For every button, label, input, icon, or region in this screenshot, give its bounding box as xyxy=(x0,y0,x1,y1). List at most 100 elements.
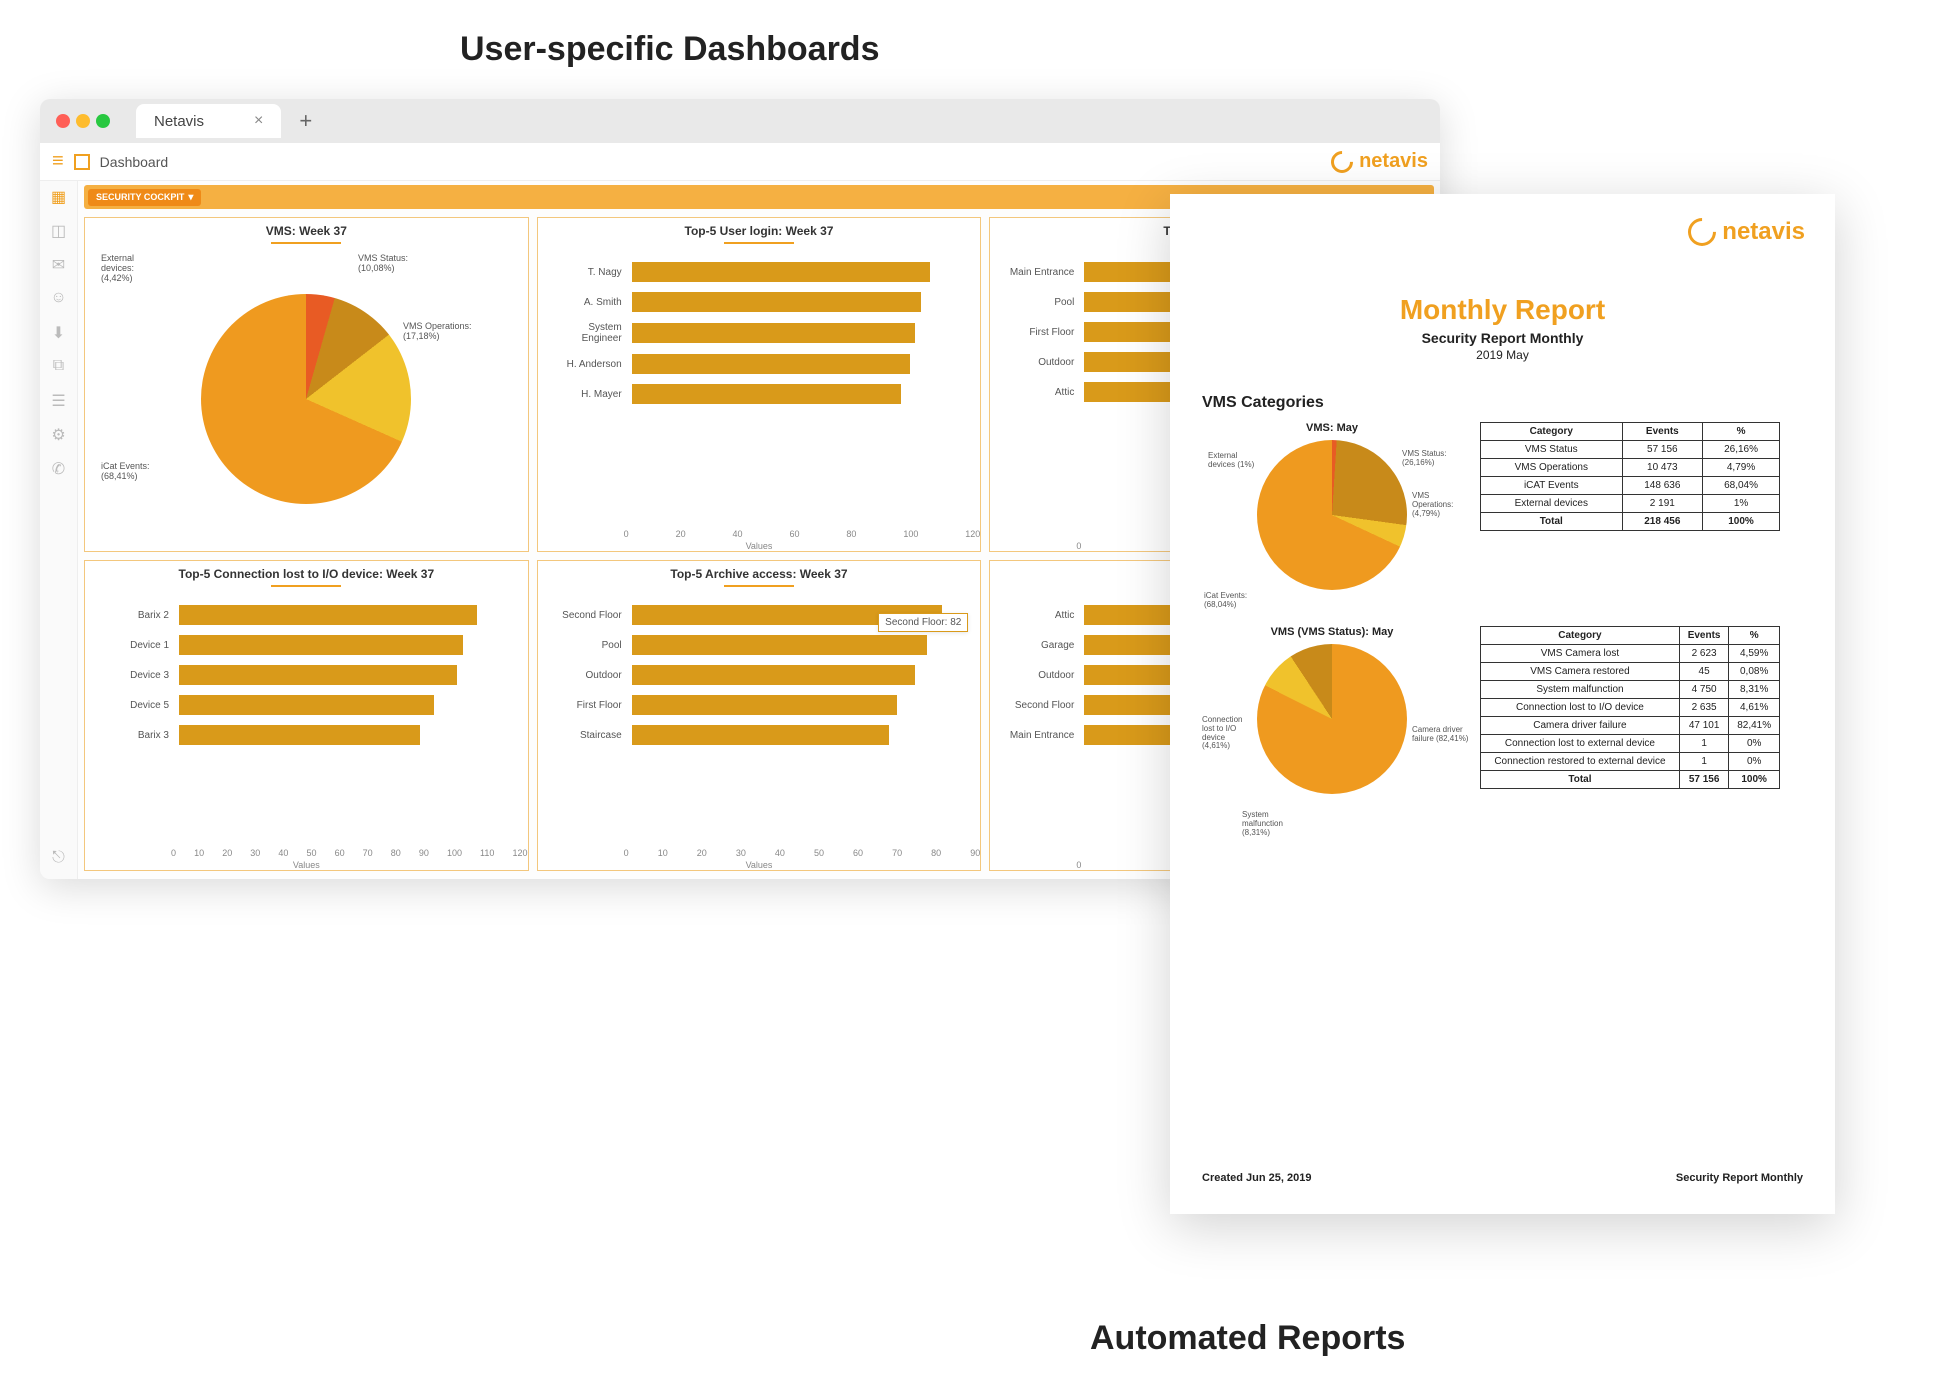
panel-title: Top-5 Archive access: Week 37 xyxy=(538,561,981,589)
pie-label: External devices (1%) xyxy=(1208,452,1258,470)
bar-row: System Engineer xyxy=(546,322,973,344)
report-subtitle: Security Report Monthly xyxy=(1202,330,1803,346)
tab-strip: Netavis × + xyxy=(40,99,1440,143)
report-footer-name: Security Report Monthly xyxy=(1676,1172,1803,1184)
bar-fill xyxy=(632,635,927,655)
panel-io-lost: Top-5 Connection lost to I/O device: Wee… xyxy=(84,560,529,871)
bar-fill xyxy=(632,323,916,343)
panel-vms-week-pie: VMS: Week 37 External devices: (4,42%) V… xyxy=(84,217,529,552)
bar-label: Outdoor xyxy=(998,670,1078,681)
pie-label-ext: External devices: (4,42%) xyxy=(101,254,161,284)
bar-label: Attic xyxy=(998,610,1078,621)
sidebar-item-download[interactable]: ⬇ xyxy=(50,323,68,341)
bar-fill xyxy=(179,695,434,715)
sidebar-item-phone[interactable]: ✆ xyxy=(50,459,68,477)
bar-row: T. Nagy xyxy=(546,262,973,282)
bar-label: System Engineer xyxy=(546,322,626,344)
traffic-light-minimize-icon[interactable] xyxy=(76,114,90,128)
heading-reports: Automated Reports xyxy=(1090,1319,1896,1358)
bar-row: Barix 3 xyxy=(93,725,520,745)
pie-label: Camera driver failure (82,41%) xyxy=(1412,726,1472,744)
bar-fill xyxy=(632,665,916,685)
report-footer-created: Created Jun 25, 2019 xyxy=(1202,1172,1311,1184)
bar-label: Attic xyxy=(998,387,1078,398)
pie-label-status: VMS Status: (10,08%) xyxy=(358,254,428,274)
sidebar-item-servers[interactable]: ⧉ xyxy=(50,357,68,375)
security-cockpit-dropdown[interactable]: SECURITY COCKPIT ▾ xyxy=(88,189,201,206)
brand-swirl-icon xyxy=(1682,212,1722,252)
pie-label: VMS Status: (26,16%) xyxy=(1402,450,1462,468)
mini-pie-title: VMS (VMS Status): May xyxy=(1202,626,1462,638)
sidebar-item-analytics[interactable]: ◫ xyxy=(50,221,68,239)
report-page: netavis Monthly Report Security Report M… xyxy=(1170,194,1835,1214)
close-icon[interactable]: × xyxy=(254,112,263,130)
browser-tab[interactable]: Netavis × xyxy=(136,104,281,138)
bar-fill xyxy=(179,635,463,655)
pie-chart xyxy=(201,294,411,504)
bar-label: First Floor xyxy=(998,327,1078,338)
brand-logo: netavis xyxy=(1688,218,1805,246)
bar-row: Barix 2 xyxy=(93,605,520,625)
bar-label: Second Floor xyxy=(546,610,626,621)
report-pie-chart xyxy=(1257,644,1407,794)
bar-label: Device 1 xyxy=(93,640,173,651)
traffic-light-close-icon[interactable] xyxy=(56,114,70,128)
tab-title: Netavis xyxy=(154,113,204,130)
axis-x: 020406080100120 xyxy=(538,529,981,539)
bar-row: Device 1 xyxy=(93,635,520,655)
bar-fill xyxy=(179,725,420,745)
panel-archive: Top-5 Archive access: Week 37 Second Flo… xyxy=(537,560,982,871)
sidebar-item-chat[interactable]: ✉ xyxy=(50,255,68,273)
sidebar-item-docs[interactable]: ☰ xyxy=(50,391,68,409)
page-title: Dashboard xyxy=(100,154,169,170)
bar-fill xyxy=(632,262,930,282)
pie-label: System malfunction (8,31%) xyxy=(1242,811,1302,837)
bar-label: Outdoor xyxy=(998,357,1078,368)
chart-tooltip: Second Floor: 82 xyxy=(878,613,968,632)
mini-pie-title: VMS: May xyxy=(1202,422,1462,434)
bar-fill xyxy=(179,605,477,625)
sidebar-item-dashboard[interactable]: ▦ xyxy=(50,187,68,205)
sidebar-item-users[interactable]: ☺ xyxy=(50,289,68,307)
chevron-down-icon: ▾ xyxy=(188,192,193,203)
dashboard-icon xyxy=(74,154,90,170)
report-date: 2019 May xyxy=(1202,348,1803,362)
bar-label: Main Entrance xyxy=(998,267,1078,278)
pie-label-icat: iCat Events: (68,41%) xyxy=(101,462,171,482)
bar-label: A. Smith xyxy=(546,297,626,308)
sidebar-item-settings[interactable]: ⚙ xyxy=(50,425,68,443)
bar-fill xyxy=(179,665,457,685)
bar-label: Pool xyxy=(546,640,626,651)
hamburger-icon[interactable]: ≡ xyxy=(52,150,64,173)
traffic-light-zoom-icon[interactable] xyxy=(96,114,110,128)
pie-label-ops: VMS Operations: (17,18%) xyxy=(403,322,473,342)
bar-row: Outdoor xyxy=(546,665,973,685)
report-pie-chart xyxy=(1257,440,1407,590)
bar-fill xyxy=(632,725,890,745)
axis-x: 0102030405060708090100110120 xyxy=(85,848,528,858)
sidebar: ▦ ◫ ✉ ☺ ⬇ ⧉ ☰ ⚙ ✆ ⎋ xyxy=(40,181,78,879)
bar-label: Device 5 xyxy=(93,700,173,711)
new-tab-icon[interactable]: + xyxy=(299,108,312,134)
panel-title: Top-5 User login: Week 37 xyxy=(538,218,981,246)
axis-x: 0102030405060708090 xyxy=(538,848,981,858)
bar-row: Staircase xyxy=(546,725,973,745)
panel-title: VMS: Week 37 xyxy=(85,218,528,246)
bar-fill xyxy=(632,292,922,312)
bar-row: A. Smith xyxy=(546,292,973,312)
report-title: Monthly Report xyxy=(1202,294,1803,326)
bar-label: Pool xyxy=(998,297,1078,308)
app-header-bar: ≡ Dashboard netavis xyxy=(40,143,1440,181)
section-title: VMS Categories xyxy=(1202,394,1803,412)
sidebar-item-logout[interactable]: ⎋ xyxy=(50,849,68,867)
bar-label: Second Floor xyxy=(998,700,1078,711)
bar-label: First Floor xyxy=(546,700,626,711)
bar-row: H. Anderson xyxy=(546,354,973,374)
panel-title: Top-5 Connection lost to I/O device: Wee… xyxy=(85,561,528,589)
bar-row: Device 5 xyxy=(93,695,520,715)
axis-caption: Values xyxy=(538,860,981,870)
bar-label: Main Entrance xyxy=(998,730,1078,741)
bar-label: Staircase xyxy=(546,730,626,741)
bar-row: Device 3 xyxy=(93,665,520,685)
brand-swirl-icon xyxy=(1327,146,1358,177)
